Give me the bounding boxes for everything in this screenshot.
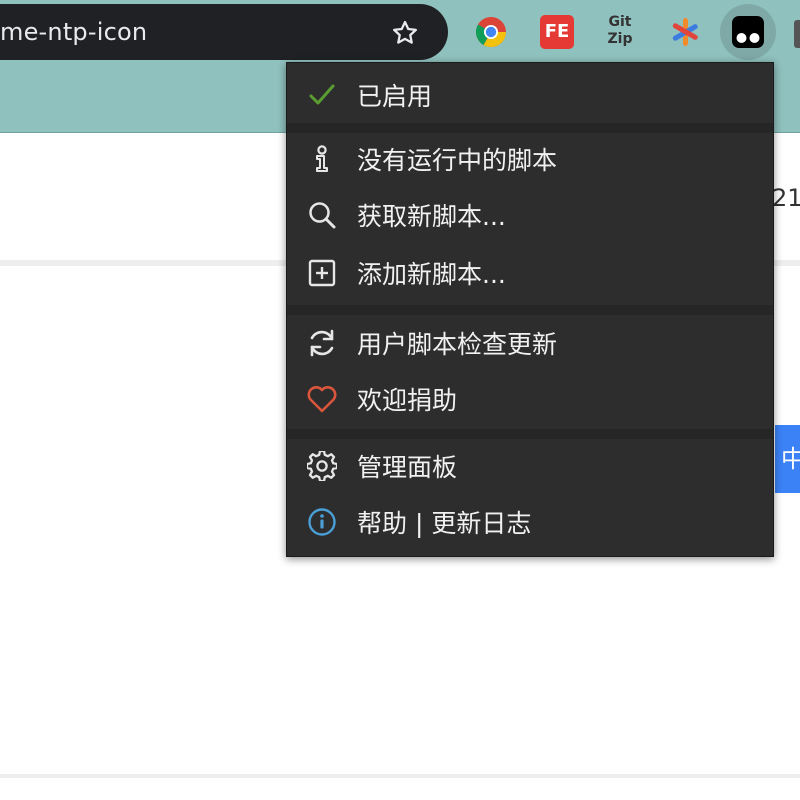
bookmark-star-icon[interactable] [390,18,420,48]
menu-item-label: 用户脚本检查更新 [357,330,558,359]
menu-item-dashboard[interactable]: 管理面板 [287,438,773,494]
fe-helper-icon[interactable]: FE [540,15,574,49]
tampermonkey-icon [732,16,764,48]
menu-item-donate[interactable]: 欢迎捐助 [287,371,773,427]
menu-item-label: 没有运行中的脚本 [357,146,558,175]
info-i-icon [305,142,339,176]
address-bar[interactable]: me-ntp-icon [0,4,448,60]
gitzip-icon[interactable]: Git Zip [603,15,637,49]
menu-separator [287,305,773,315]
menu-item-add-script[interactable]: 添加新脚本... [287,245,773,301]
menu-item-enabled[interactable]: 已启用 [287,67,773,123]
extension-overflow-icon[interactable] [794,20,800,48]
tampermonkey-button[interactable] [720,4,776,60]
menu-item-label: 管理面板 [357,453,458,482]
menu-item-check-updates[interactable]: 用户脚本检查更新 [287,315,773,371]
address-bar-text: me-ntp-icon [0,18,148,46]
menu-item-label: 欢迎捐助 [357,386,458,415]
refresh-icon [305,326,339,360]
heart-icon [305,382,339,416]
menu-item-label: 帮助 | 更新日志 [357,509,532,538]
content-divider [0,774,800,778]
menu-item-help[interactable]: 帮助 | 更新日志 [287,494,773,550]
gear-icon [305,449,339,483]
search-icon [305,198,339,232]
checkmark-icon [305,78,339,112]
asterisk-extension-icon[interactable] [668,15,702,49]
gitzip-top-label: Git [608,14,632,30]
menu-item-label: 获取新脚本... [357,202,506,231]
chrome-icon[interactable] [474,15,508,49]
menu-item-label: 已启用 [357,82,433,111]
plus-square-icon [305,256,339,290]
menu-item-no-scripts[interactable]: 没有运行中的脚本 [287,131,773,187]
side-action-button[interactable]: 中删 [775,425,800,493]
side-number: 21 [772,184,800,212]
gitzip-bottom-label: Zip [607,31,633,47]
tampermonkey-menu: 已启用 没有运行中的脚本 获取新脚本... 添加新脚本... 用户脚本检查更新 … [286,62,774,557]
menu-item-get-scripts[interactable]: 获取新脚本... [287,187,773,243]
menu-item-label: 添加新脚本... [357,260,506,289]
info-circle-icon [305,505,339,539]
